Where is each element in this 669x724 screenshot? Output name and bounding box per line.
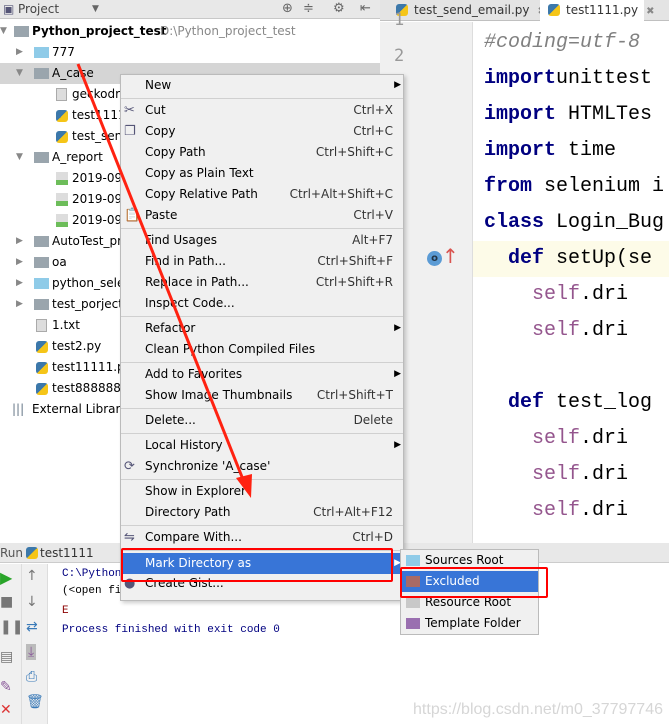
arrow-shaft bbox=[76, 63, 246, 483]
arrow-head bbox=[236, 474, 252, 498]
annotation-arrow bbox=[76, 63, 252, 498]
